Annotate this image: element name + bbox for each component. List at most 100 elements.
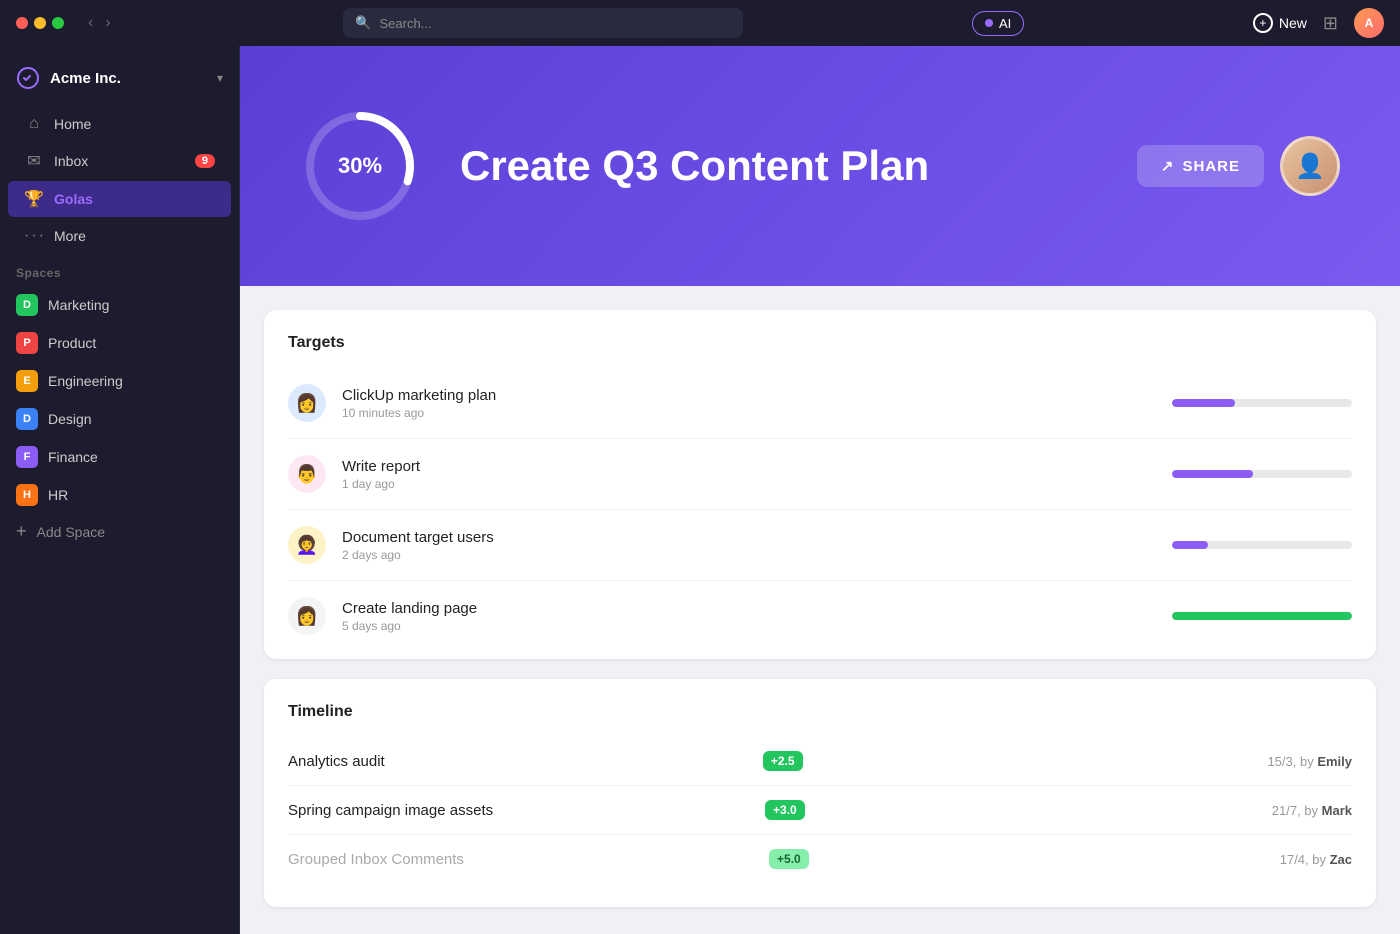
target-info-4: Create landing page 5 days ago [342,600,1156,633]
space-item-product[interactable]: P Product [0,325,239,361]
target-item-2[interactable]: 👨 Write report 1 day ago [288,439,1352,510]
timeline-tag-1: +2.5 [763,751,803,771]
target-name-1: ClickUp marketing plan [342,387,1156,404]
add-space-label: Add Space [37,524,106,540]
timeline-name-3: Grouped Inbox Comments [288,851,759,868]
progress-bar-fill-3 [1172,541,1208,549]
traffic-light-yellow[interactable] [34,17,46,29]
traffic-light-green[interactable] [52,17,64,29]
user-avatar-top[interactable]: A [1354,8,1384,38]
main-layout: Acme Inc. ▾ ⌂ Home ✉ Inbox 9 🏆 Golas ···… [0,46,1400,934]
target-item-4[interactable]: 👩 Create landing page 5 days ago [288,581,1352,635]
topbar: ‹ › 🔍 Search... AI + New ⊞ A [0,0,1400,46]
progress-ring-container: 30% [300,106,420,226]
target-name-4: Create landing page [342,600,1156,617]
search-placeholder: Search... [379,16,431,31]
target-name-3: Document target users [342,529,1156,546]
nav-arrows: ‹ › [84,12,115,34]
add-space-button[interactable]: + Add Space [0,514,239,549]
sidebar: Acme Inc. ▾ ⌂ Home ✉ Inbox 9 🏆 Golas ···… [0,46,240,934]
ai-label: AI [999,16,1011,31]
search-bar[interactable]: 🔍 Search... [343,8,743,38]
inbox-badge: 9 [195,154,215,168]
target-avatar-2: 👨 [288,455,326,493]
target-time-3: 2 days ago [342,548,1156,562]
target-avatar-1: 👩 [288,384,326,422]
home-icon: ⌂ [24,115,44,133]
target-item-3[interactable]: 👩‍🦱 Document target users 2 days ago [288,510,1352,581]
space-badge-design: D [16,408,38,430]
topbar-right: + New ⊞ A [1253,8,1384,38]
progress-bar-wrap-1 [1172,399,1352,407]
add-space-icon: + [16,521,27,542]
nav-item-inbox[interactable]: ✉ Inbox 9 [8,143,231,179]
timeline-date-3: 17/4, by Zac [1280,852,1352,867]
targets-section-title: Targets [288,334,1352,352]
forward-arrow[interactable]: › [101,12,114,34]
space-item-engineering[interactable]: E Engineering [0,363,239,399]
new-button-label: New [1279,15,1307,31]
inbox-icon: ✉ [24,151,44,171]
workspace-header[interactable]: Acme Inc. ▾ [0,58,239,106]
space-label-design: Design [48,411,92,427]
traffic-light-red[interactable] [16,17,28,29]
spaces-header: Spaces [0,254,239,286]
ai-dot [985,19,993,27]
timeline-tag-3: +5.0 [769,849,809,869]
more-icon: ··· [24,227,44,245]
space-badge-engineering: E [16,370,38,392]
nav-item-home[interactable]: ⌂ Home [8,107,231,141]
target-info-1: ClickUp marketing plan 10 minutes ago [342,387,1156,420]
search-icon: 🔍 [355,15,371,31]
progress-percent-label: 30% [338,153,382,179]
space-item-marketing[interactable]: D Marketing [0,287,239,323]
space-badge-product: P [16,332,38,354]
space-badge-hr: H [16,484,38,506]
timeline-item-1[interactable]: Analytics audit +2.5 15/3, by Emily [288,737,1352,786]
timeline-item-3[interactable]: Grouped Inbox Comments +5.0 17/4, by Zac [288,835,1352,883]
nav-item-goals[interactable]: 🏆 Golas [8,181,231,217]
user-avatar-hero[interactable]: 👤 [1280,136,1340,196]
hero-actions: ↗ SHARE 👤 [1137,136,1340,196]
nav-label-home: Home [54,116,91,132]
timeline-date-2: 21/7, by Mark [1272,803,1352,818]
share-label: SHARE [1182,158,1240,175]
nav-item-more[interactable]: ··· More [8,219,231,253]
content-area: 30% Create Q3 Content Plan ↗ SHARE 👤 Tar… [240,46,1400,934]
space-label-finance: Finance [48,449,98,465]
space-label-hr: HR [48,487,68,503]
new-button[interactable]: + New [1253,13,1307,33]
space-item-design[interactable]: D Design [0,401,239,437]
share-button[interactable]: ↗ SHARE [1137,145,1264,187]
back-arrow[interactable]: ‹ [84,12,97,34]
timeline-item-2[interactable]: Spring campaign image assets +3.0 21/7, … [288,786,1352,835]
new-button-icon: + [1253,13,1273,33]
target-time-1: 10 minutes ago [342,406,1156,420]
targets-card: Targets 👩 ClickUp marketing plan 10 minu… [264,310,1376,659]
ai-button[interactable]: AI [972,11,1024,36]
progress-bar-wrap-2 [1172,470,1352,478]
grid-icon[interactable]: ⊞ [1323,13,1338,34]
space-item-hr[interactable]: H HR [0,477,239,513]
workspace-name: Acme Inc. [50,70,207,87]
nav-label-goals: Golas [54,191,93,207]
space-label-engineering: Engineering [48,373,123,389]
workspace-caret: ▾ [217,71,223,85]
target-info-2: Write report 1 day ago [342,458,1156,491]
workspace-icon [16,66,40,90]
progress-bar-wrap-4 [1172,612,1352,620]
progress-bar-wrap-3 [1172,541,1352,549]
hero-banner: 30% Create Q3 Content Plan ↗ SHARE 👤 [240,46,1400,286]
space-item-finance[interactable]: F Finance [0,439,239,475]
space-label-marketing: Marketing [48,297,109,313]
timeline-date-1: 15/3, by Emily [1267,754,1352,769]
target-avatar-4: 👩 [288,597,326,635]
nav-label-more: More [54,228,86,244]
nav-label-inbox: Inbox [54,153,88,169]
target-avatar-3: 👩‍🦱 [288,526,326,564]
hero-title-section: Create Q3 Content Plan [460,142,1097,190]
progress-bar-fill-2 [1172,470,1253,478]
timeline-section-title: Timeline [288,703,1352,721]
target-name-2: Write report [342,458,1156,475]
target-item-1[interactable]: 👩 ClickUp marketing plan 10 minutes ago [288,368,1352,439]
